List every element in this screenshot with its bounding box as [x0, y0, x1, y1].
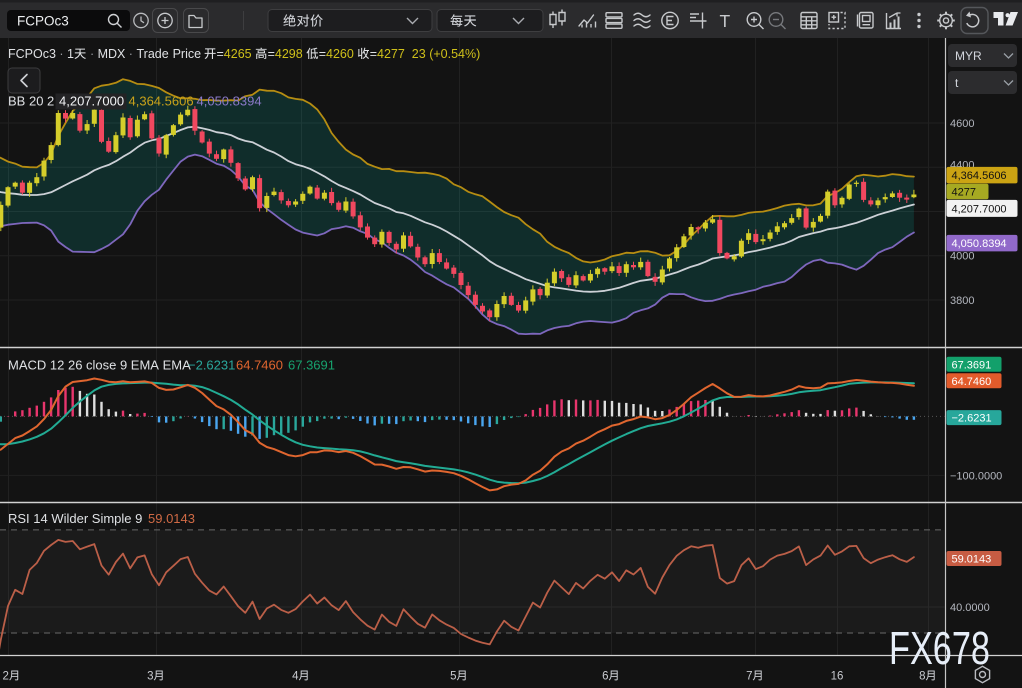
svg-text:RSI: RSI [8, 511, 30, 526]
svg-text:59.0143: 59.0143 [148, 511, 195, 526]
svg-text:6: 6 [602, 671, 608, 683]
svg-text:Price: Price [173, 47, 202, 61]
svg-text:14: 14 [33, 511, 47, 526]
svg-text:−100.0000: −100.0000 [950, 470, 1002, 482]
svg-text:4,050.8394: 4,050.8394 [197, 94, 262, 109]
svg-text:Wilder: Wilder [51, 511, 89, 526]
svg-text:=: = [370, 47, 377, 61]
svg-text:close: close [86, 358, 116, 373]
svg-text:5: 5 [450, 671, 456, 683]
svg-text:MDX: MDX [98, 47, 126, 61]
svg-text:16: 16 [831, 671, 844, 683]
svg-text:=: = [268, 47, 275, 61]
svg-text:40.0000: 40.0000 [950, 602, 990, 614]
svg-text:4260: 4260 [326, 47, 354, 61]
svg-text:9: 9 [120, 358, 127, 373]
svg-text:MYR: MYR [955, 49, 982, 63]
svg-text:4277: 4277 [377, 47, 405, 61]
svg-text:·: · [90, 47, 94, 61]
svg-text:26: 26 [68, 358, 82, 373]
svg-text:2: 2 [47, 94, 54, 109]
svg-text:4600: 4600 [950, 118, 974, 130]
svg-text:FCPOc3: FCPOc3 [8, 47, 56, 61]
svg-text:−2.6231: −2.6231 [188, 358, 235, 373]
svg-text:23: 23 [412, 47, 426, 61]
svg-text:4,050.8394: 4,050.8394 [952, 238, 1007, 250]
svg-text:2: 2 [3, 671, 9, 683]
svg-text:MACD: MACD [8, 358, 46, 373]
svg-text:EMA: EMA [163, 358, 192, 373]
svg-text:1: 1 [67, 47, 74, 61]
svg-text:4265: 4265 [224, 47, 252, 61]
svg-text:·: · [59, 47, 63, 61]
svg-text:EMA: EMA [131, 358, 160, 373]
svg-text:4298: 4298 [275, 47, 303, 61]
svg-text:67.3691: 67.3691 [952, 359, 992, 371]
svg-text:4: 4 [292, 671, 299, 683]
svg-text:64.7460: 64.7460 [952, 376, 992, 388]
svg-text:−2.6231: −2.6231 [952, 413, 992, 425]
svg-text:3800: 3800 [950, 295, 974, 307]
svg-text:4,207.7000: 4,207.7000 [59, 94, 124, 109]
svg-text:20: 20 [29, 94, 43, 109]
svg-text:4,207.7000: 4,207.7000 [952, 203, 1007, 215]
svg-text:4000: 4000 [950, 251, 974, 263]
svg-text:=: = [217, 47, 224, 61]
svg-text:=: = [319, 47, 326, 61]
svg-text:9: 9 [135, 511, 142, 526]
svg-text:12: 12 [50, 358, 64, 373]
svg-text:·: · [129, 47, 133, 61]
svg-text:7: 7 [746, 671, 752, 683]
svg-text:4277: 4277 [952, 187, 976, 199]
svg-text:3: 3 [147, 671, 153, 683]
svg-text:FCPOc3: FCPOc3 [17, 14, 69, 29]
svg-text:Trade: Trade [137, 47, 169, 61]
svg-text:T: T [720, 11, 731, 31]
svg-text:4,364.5606: 4,364.5606 [129, 94, 194, 109]
svg-text:BB: BB [8, 94, 25, 109]
svg-text:59.0143: 59.0143 [952, 554, 992, 566]
svg-text:Simple: Simple [92, 511, 132, 526]
svg-text:(+0.54%): (+0.54%) [429, 47, 480, 61]
svg-text:4,364.5606: 4,364.5606 [952, 170, 1007, 182]
svg-text:67.3691: 67.3691 [288, 358, 335, 373]
svg-text:FX678: FX678 [889, 622, 990, 674]
svg-text:64.7460: 64.7460 [236, 358, 283, 373]
